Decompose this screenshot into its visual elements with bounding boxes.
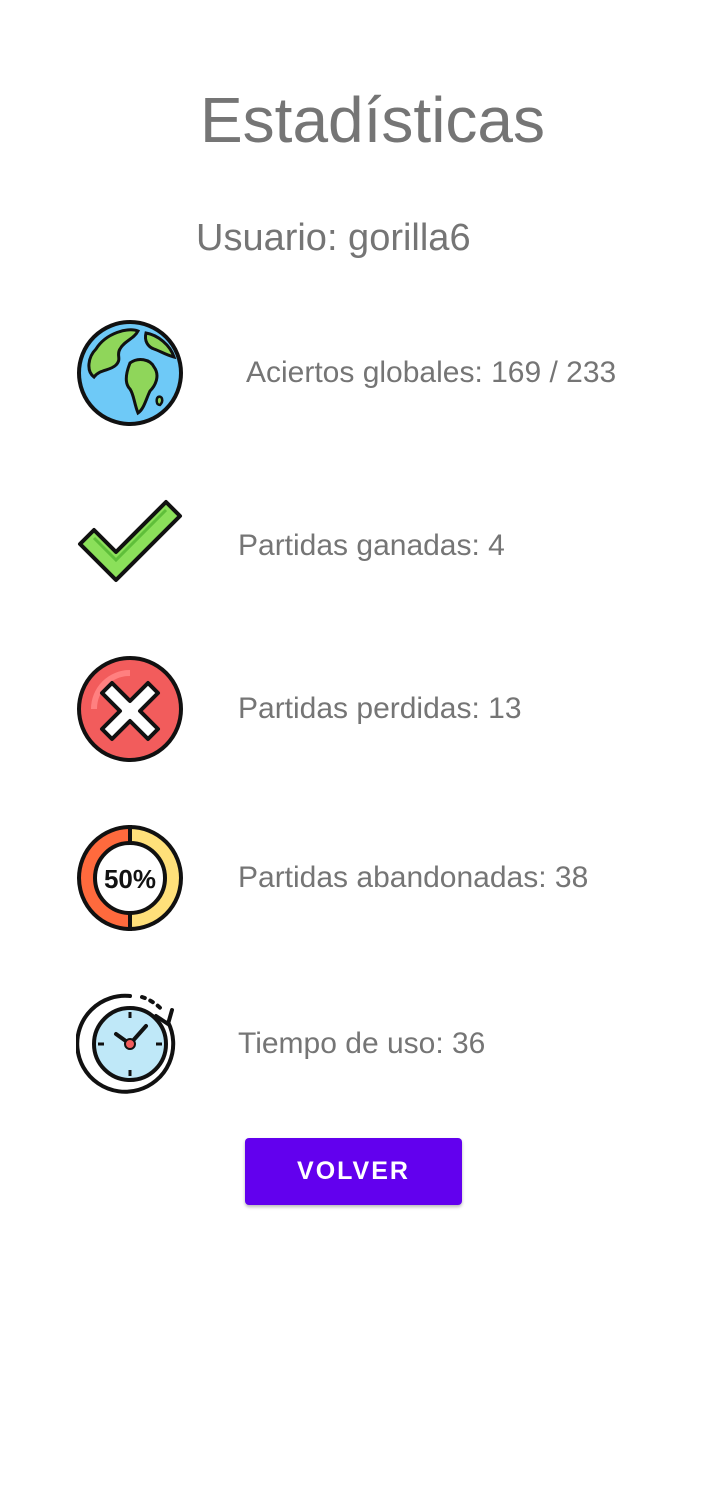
user-label: Usuario: gorilla6	[196, 217, 471, 259]
clock-icon	[76, 990, 184, 1098]
stat-row-games-lost: Partidas perdidas: 13	[76, 655, 696, 763]
stat-label-games-abandoned: Partidas abandonadas: 38	[238, 861, 589, 894]
stat-label-games-won: Partidas ganadas: 4	[238, 529, 505, 562]
page-title: Estadísticas	[199, 84, 546, 156]
stat-label-games-lost: Partidas perdidas: 13	[238, 692, 522, 725]
fifty-percent-icon: 50%	[76, 824, 184, 932]
stat-row-global-hits: Aciertos globales: 169 / 233	[76, 319, 696, 427]
cross-circle-icon	[76, 655, 184, 763]
globe-icon	[76, 319, 184, 427]
back-button[interactable]: VOLVER	[245, 1138, 462, 1205]
stat-row-games-abandoned: 50% Partidas abandonadas: 38	[76, 824, 696, 932]
stat-label-global-hits: Aciertos globales: 169 / 233	[246, 356, 617, 389]
checkmark-icon	[76, 492, 184, 600]
stat-label-usage-time: Tiempo de uso: 36	[238, 1027, 486, 1060]
stat-row-usage-time: Tiempo de uso: 36	[76, 990, 696, 1098]
stat-row-games-won: Partidas ganadas: 4	[76, 492, 696, 600]
fifty-percent-icon-text: 50%	[104, 864, 156, 894]
